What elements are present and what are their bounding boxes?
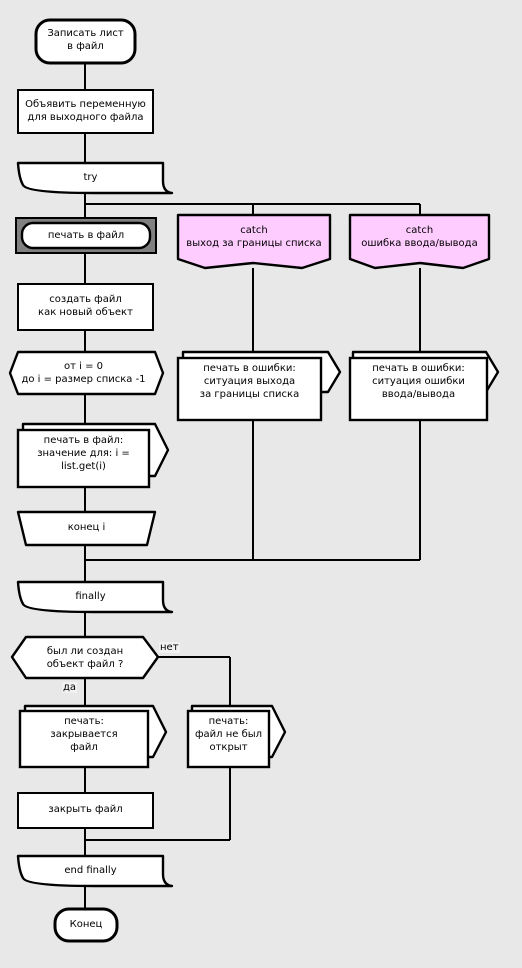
- flowchart-canvas: [0, 0, 522, 968]
- node-finally[interactable]: [16, 580, 174, 614]
- edge-label-yes: да: [62, 682, 78, 693]
- node-print-closing-file[interactable]: [18, 704, 168, 769]
- node-catch-io-error[interactable]: [348, 213, 491, 270]
- node-catch-index-out-of-bounds[interactable]: [176, 213, 332, 270]
- node-try[interactable]: [16, 161, 174, 195]
- node-loop-start[interactable]: [8, 350, 165, 396]
- node-print-file-not-open[interactable]: [186, 704, 287, 769]
- edge-label-no: нет: [159, 642, 180, 653]
- node-start[interactable]: [34, 18, 137, 65]
- node-loop-end[interactable]: [16, 510, 157, 547]
- node-declare-variable[interactable]: [17, 89, 154, 134]
- node-print-to-file-title[interactable]: [15, 217, 157, 254]
- node-close-file[interactable]: [17, 792, 154, 829]
- node-end-finally[interactable]: [16, 854, 174, 888]
- node-error-print-index[interactable]: [176, 350, 342, 422]
- node-end[interactable]: [53, 907, 119, 943]
- node-error-print-io[interactable]: [348, 350, 500, 422]
- node-decision-file-created[interactable]: [10, 635, 160, 680]
- node-create-file[interactable]: [17, 283, 154, 331]
- node-print-value[interactable]: [16, 422, 170, 489]
